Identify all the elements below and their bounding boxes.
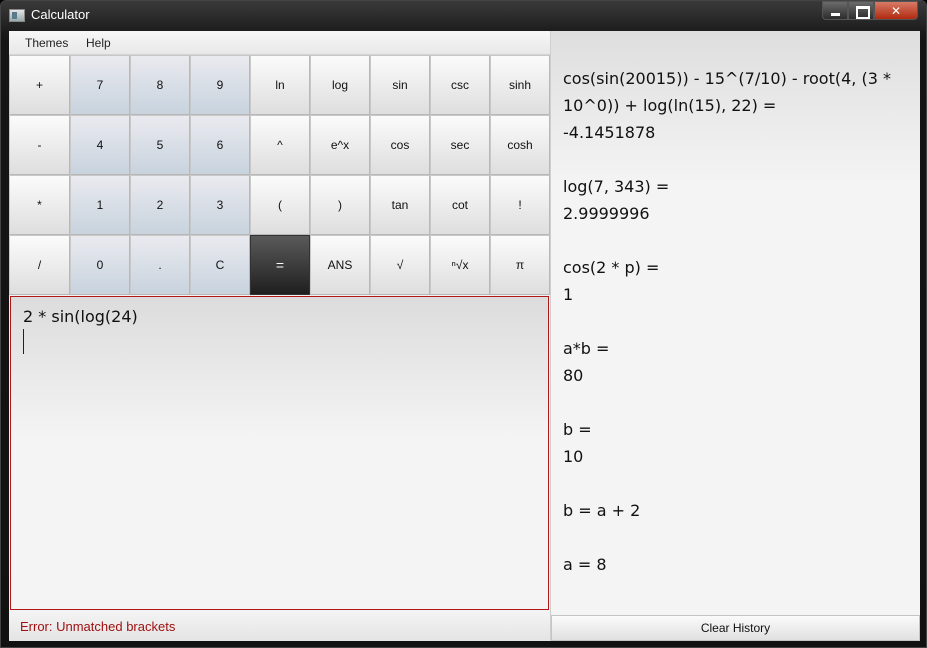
error-message: Error: Unmatched brackets [20, 619, 176, 634]
history-line: 2.9999996 [563, 204, 650, 223]
key-power-button[interactable]: ^ [250, 115, 310, 175]
history-line: a = 8 [563, 555, 607, 574]
status-bar: Error: Unmatched brackets [9, 611, 550, 641]
key-4-button[interactable]: 4 [70, 115, 130, 175]
key-5-button[interactable]: 5 [130, 115, 190, 175]
key-cos-button[interactable]: cos [370, 115, 430, 175]
key-log-button[interactable]: log [310, 55, 370, 115]
history-line: 1 [563, 285, 574, 304]
key-factorial-button[interactable]: ! [490, 175, 550, 235]
key-exp-button[interactable]: e^x [310, 115, 370, 175]
history-entry: cos(sin(20015)) - 15^(7/10) - root(4, (3… [563, 65, 913, 146]
key-plus-button[interactable]: + [9, 55, 70, 115]
close-button[interactable] [874, 1, 918, 20]
key-sinh-button[interactable]: sinh [490, 55, 550, 115]
history-panel: cos(sin(20015)) - 15^(7/10) - root(4, (3… [550, 31, 920, 641]
key-csc-button[interactable]: csc [430, 55, 490, 115]
history-entry: b = a + 2 [563, 497, 913, 524]
client-area: Themes Help +7 8 9 ln log sin csc sinh -4 5 6 ^ e^x c… [9, 31, 920, 641]
history-line: a*b = [563, 339, 610, 358]
key-7-button[interactable]: 7 [70, 55, 130, 115]
history-line: 10 [563, 447, 584, 466]
history-line: cos(sin(20015)) - 15^(7/10) - root(4, (3… [563, 69, 891, 88]
app-icon [9, 9, 25, 22]
history-list: cos(sin(20015)) - 15^(7/10) - root(4, (3… [563, 65, 913, 605]
history-line: log(7, 343) = [563, 177, 670, 196]
history-line: 80 [563, 366, 584, 385]
history-entry: log(7, 343) = 2.9999996 [563, 173, 913, 227]
key-1-button[interactable]: 1 [70, 175, 130, 235]
maximize-button[interactable] [848, 1, 874, 20]
key-pi-button[interactable]: π [490, 235, 550, 295]
key-0-button[interactable]: 0 [70, 235, 130, 295]
history-entry: cos(2 * p) = 1 [563, 254, 913, 308]
menu-themes[interactable]: Themes [25, 36, 68, 50]
history-line: -4.1451878 [563, 123, 656, 142]
key-multiply-button[interactable]: * [9, 175, 70, 235]
history-line: 10^0)) + log(ln(15), 22) = [563, 96, 777, 115]
history-line: b = a + 2 [563, 501, 641, 520]
history-entry: a*b = 80 [563, 335, 913, 389]
history-line: cos(2 * p) = [563, 258, 660, 277]
key-ln-button[interactable]: ln [250, 55, 310, 115]
key-cosh-button[interactable]: cosh [490, 115, 550, 175]
key-6-button[interactable]: 6 [190, 115, 250, 175]
key-clear-button[interactable]: C [190, 235, 250, 295]
key-close-paren-button[interactable]: ) [310, 175, 370, 235]
key-8-button[interactable]: 8 [130, 55, 190, 115]
window-controls [822, 1, 918, 21]
key-2-button[interactable]: 2 [130, 175, 190, 235]
history-line: b = [563, 420, 592, 439]
menu-bar: Themes Help [9, 31, 550, 55]
window-title: Calculator [31, 7, 90, 22]
key-equals-button[interactable]: = [250, 235, 310, 295]
calculator-panel: Themes Help +7 8 9 ln log sin csc sinh -4 5 6 ^ e^x c… [9, 31, 550, 641]
history-entry: a = 8 [563, 551, 913, 578]
clear-history-button[interactable]: Clear History [551, 615, 920, 641]
key-minus-button[interactable]: - [9, 115, 70, 175]
minimize-button[interactable] [822, 1, 848, 20]
key-open-paren-button[interactable]: ( [250, 175, 310, 235]
text-caret [23, 329, 24, 354]
key-decimal-button[interactable]: . [130, 235, 190, 295]
key-9-button[interactable]: 9 [190, 55, 250, 115]
key-3-button[interactable]: 3 [190, 175, 250, 235]
expression-input[interactable]: 2 * sin(log(24) [10, 296, 549, 610]
history-entry: b = 10 [563, 416, 913, 470]
key-sin-button[interactable]: sin [370, 55, 430, 115]
key-divide-button[interactable]: / [9, 235, 70, 295]
key-sqrt-button[interactable]: √ [370, 235, 430, 295]
key-nth-root-button[interactable]: ⁿ√x [430, 235, 490, 295]
menu-help[interactable]: Help [86, 36, 111, 50]
calculator-window: Calculator Themes Help +789lnlogsincscsi… [0, 0, 927, 648]
keypad: +7 8 9 ln log sin csc sinh -4 5 6 ^ e^x cos sec cosh * 1 2… [9, 55, 550, 295]
key-sec-button[interactable]: sec [430, 115, 490, 175]
title-bar[interactable]: Calculator [1, 1, 926, 31]
expression-text: 2 * sin(log(24) [23, 307, 138, 326]
key-ans-button[interactable]: ANS [310, 235, 370, 295]
key-tan-button[interactable]: tan [370, 175, 430, 235]
key-cot-button[interactable]: cot [430, 175, 490, 235]
